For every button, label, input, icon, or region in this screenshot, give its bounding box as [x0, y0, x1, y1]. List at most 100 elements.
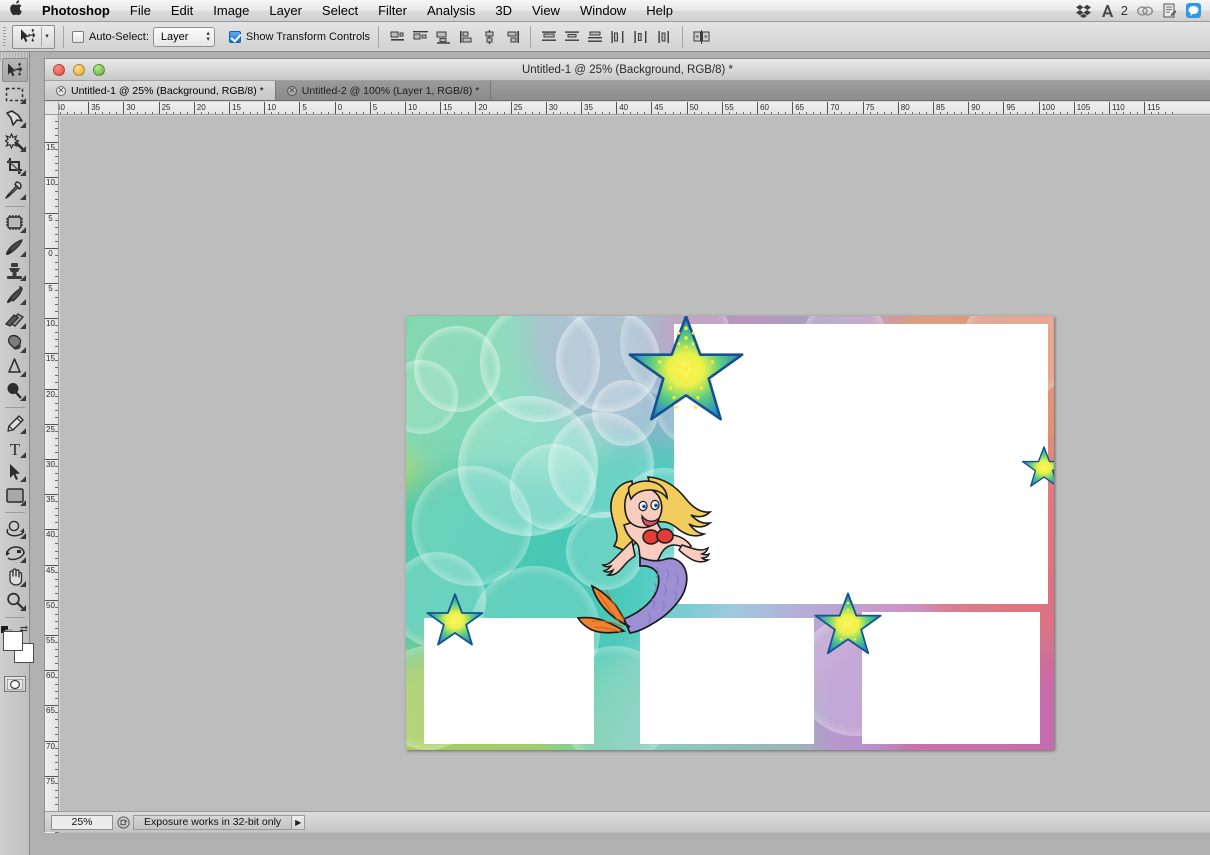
spot-healing-brush-tool[interactable]: [2, 211, 28, 235]
artboard[interactable]: [406, 316, 1054, 750]
distribute-vertical-centers-button[interactable]: [562, 27, 582, 47]
menu-edit[interactable]: Edit: [161, 0, 203, 22]
starfish-large[interactable]: [616, 316, 756, 424]
pen-tool[interactable]: [2, 412, 28, 436]
starfish-small-right[interactable]: [1020, 446, 1054, 488]
menu-file[interactable]: File: [120, 0, 161, 22]
document-tab-untitled-1[interactable]: ✕ Untitled-1 @ 25% (Background, RGB/8) *: [45, 81, 276, 100]
3d-rotate-tool[interactable]: [2, 517, 28, 541]
zoom-tool[interactable]: [2, 589, 28, 613]
menu-image[interactable]: Image: [203, 0, 259, 22]
distribute-right-edges-button[interactable]: [654, 27, 674, 47]
document-tab-untitled-2[interactable]: ✕ Untitled-2 @ 100% (Layer 1, RGB/8) *: [275, 81, 492, 100]
menu-analysis[interactable]: Analysis: [417, 0, 485, 22]
tool-submenu-triangle-icon[interactable]: [19, 533, 26, 539]
horizontal-ruler[interactable]: 4035302520151050510152025303540455055606…: [59, 102, 1210, 115]
tool-submenu-triangle-icon[interactable]: [19, 581, 26, 587]
tool-submenu-triangle-icon[interactable]: [19, 347, 26, 353]
menu-window[interactable]: Window: [570, 0, 636, 22]
tool-submenu-triangle-icon[interactable]: [19, 557, 26, 563]
close-button[interactable]: [53, 63, 65, 76]
tab-close-icon[interactable]: ✕: [56, 85, 66, 96]
menu-3d[interactable]: 3D: [485, 0, 522, 22]
align-bottom-edges-button[interactable]: [502, 27, 522, 47]
zoom-button[interactable]: [93, 63, 105, 76]
distribute-left-edges-button[interactable]: [608, 27, 628, 47]
align-top-edges-button[interactable]: [456, 27, 476, 47]
show-transform-checkbox-box[interactable]: [228, 30, 241, 43]
crop-tool[interactable]: [2, 154, 28, 178]
clone-stamp-tool[interactable]: [2, 259, 28, 283]
tool-submenu-triangle-icon[interactable]: [19, 122, 26, 128]
move-tool[interactable]: [1, 58, 28, 82]
creative-cloud-icon[interactable]: [1134, 0, 1156, 22]
menu-photoshop[interactable]: Photoshop: [32, 0, 120, 22]
ruler-corner[interactable]: [45, 102, 59, 115]
tool-submenu-triangle-icon[interactable]: [19, 275, 26, 281]
zoom-level-input[interactable]: 25%: [51, 814, 113, 830]
brush-tool[interactable]: [2, 235, 28, 259]
tool-submenu-triangle-icon[interactable]: [19, 452, 26, 458]
tool-submenu-triangle-icon[interactable]: [19, 227, 26, 233]
auto-select-target-dropdown[interactable]: Layer ▴ ▾: [152, 26, 215, 47]
tool-submenu-triangle-icon[interactable]: [19, 194, 26, 200]
magic-wand-tool[interactable]: [2, 130, 28, 154]
auto-select-checkbox-box[interactable]: [72, 30, 84, 43]
tool-submenu-triangle-icon[interactable]: [19, 428, 26, 434]
menu-help[interactable]: Help: [636, 0, 683, 22]
apple-logo-icon[interactable]: [0, 0, 32, 21]
starfish-small-left[interactable]: [424, 593, 486, 647]
show-transform-controls-checkbox[interactable]: Show Transform Controls: [228, 30, 370, 43]
minimize-button[interactable]: [73, 63, 85, 76]
canvas-area[interactable]: [60, 116, 1210, 833]
mermaid-illustration[interactable]: [536, 471, 746, 646]
rectangle-tool[interactable]: [2, 484, 28, 508]
tool-submenu-triangle-icon[interactable]: [19, 146, 26, 152]
quick-mask-icon[interactable]: [3, 676, 26, 692]
eraser-tool[interactable]: [2, 307, 28, 331]
messages-icon[interactable]: [1182, 0, 1204, 22]
document-icon[interactable]: [1158, 0, 1180, 22]
hand-tool[interactable]: [2, 565, 28, 589]
align-right-edges-button[interactable]: [433, 27, 453, 47]
history-brush-tool[interactable]: [2, 283, 28, 307]
path-selection-tool[interactable]: [2, 460, 28, 484]
tool-submenu-triangle-icon[interactable]: [19, 98, 26, 104]
tool-preset-chevron-down-icon[interactable]: ▾: [41, 26, 52, 47]
tool-submenu-triangle-icon[interactable]: [19, 476, 26, 482]
tab-close-icon[interactable]: ✕: [286, 85, 297, 96]
distribute-bottom-edges-button[interactable]: [585, 27, 605, 47]
3d-orbit-tool[interactable]: [2, 541, 28, 565]
rectangular-marquee-tool[interactable]: [2, 82, 28, 106]
menu-select[interactable]: Select: [312, 0, 368, 22]
tool-submenu-triangle-icon[interactable]: [19, 605, 26, 611]
tool-submenu-triangle-icon[interactable]: [19, 395, 26, 401]
options-bar-grip[interactable]: [0, 22, 9, 52]
document-title-bar[interactable]: Untitled-1 @ 25% (Background, RGB/8) *: [45, 59, 1210, 81]
tool-submenu-triangle-icon[interactable]: [19, 251, 26, 257]
tool-submenu-triangle-icon[interactable]: [19, 371, 26, 377]
menu-layer[interactable]: Layer: [259, 0, 312, 22]
tool-submenu-triangle-icon[interactable]: [19, 323, 26, 329]
menu-view[interactable]: View: [522, 0, 570, 22]
foreground-color-swatch[interactable]: [3, 631, 23, 651]
dodge-tool[interactable]: [2, 379, 28, 403]
tool-submenu-triangle-icon[interactable]: [19, 170, 26, 176]
auto-align-layers-button[interactable]: [691, 27, 711, 47]
status-menu-triangle-right-icon[interactable]: ▶: [291, 814, 306, 830]
dropbox-icon[interactable]: [1073, 0, 1095, 22]
distribute-horizontal-centers-button[interactable]: [631, 27, 651, 47]
align-horizontal-centers-button[interactable]: [410, 27, 430, 47]
type-tool[interactable]: T: [2, 436, 28, 460]
blur-tool[interactable]: [2, 355, 28, 379]
lasso-tool[interactable]: [2, 106, 28, 130]
gradient-tool[interactable]: [2, 331, 28, 355]
align-left-edges-button[interactable]: [387, 27, 407, 47]
vertical-ruler[interactable]: 201510505101520253035404550556065707580: [45, 115, 59, 833]
document-size-icon[interactable]: [113, 812, 133, 833]
align-vertical-centers-button[interactable]: [479, 27, 499, 47]
auto-select-checkbox[interactable]: Auto-Select:: [72, 30, 149, 43]
menu-filter[interactable]: Filter: [368, 0, 417, 22]
distribute-top-edges-button[interactable]: [539, 27, 559, 47]
starfish-medium-bottom[interactable]: [812, 592, 884, 656]
